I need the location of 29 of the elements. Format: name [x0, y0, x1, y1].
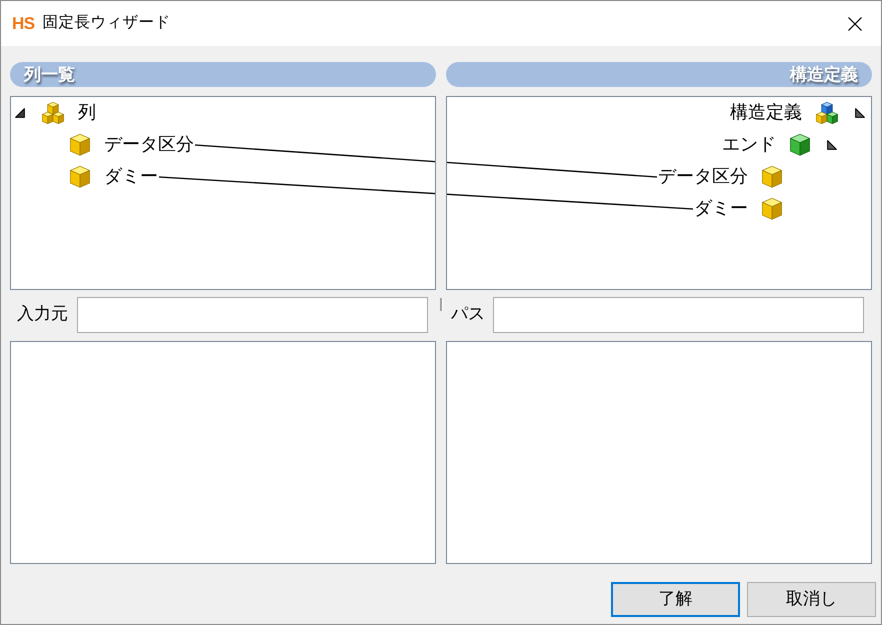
cubes-icon [816, 102, 838, 124]
tree-item-label[interactable]: データ区分 [104, 134, 194, 156]
field-label: 入力元 [17, 304, 68, 325]
tree-item-label[interactable]: エンド [722, 134, 776, 156]
expander-triangle-icon[interactable] [855, 108, 865, 118]
cube-icon [762, 198, 782, 220]
window-title: 固定長ウィザード [42, 14, 171, 33]
tree-item-label[interactable]: データ区分 [658, 166, 748, 188]
cube-icon [70, 134, 90, 156]
input-field[interactable] [77, 296, 428, 332]
expander-triangle-icon[interactable] [827, 140, 837, 150]
tree-item-label[interactable]: ダミー [694, 198, 748, 220]
close-icon[interactable] [848, 16, 862, 30]
field-label: パス [451, 304, 485, 325]
splitter-grip[interactable] [440, 298, 442, 311]
expander-triangle-icon[interactable] [15, 108, 25, 118]
panel-header: 列一覧 [10, 62, 436, 87]
cube-icon [70, 166, 90, 188]
tree-item-label[interactable]: 列 [78, 102, 96, 124]
panel-header: 構造定義 [446, 62, 872, 87]
tree-item-label[interactable]: 構造定義 [730, 102, 802, 124]
input-field[interactable] [493, 296, 864, 332]
tree-item-label[interactable]: ダミー [104, 166, 158, 188]
app-logo: HS [12, 15, 35, 32]
cubes-icon [42, 102, 64, 124]
dialog-button[interactable]: 了解 [611, 582, 740, 617]
cube-icon [790, 134, 810, 156]
dialog-button[interactable]: 取消し [747, 582, 876, 617]
cube-icon [762, 166, 782, 188]
